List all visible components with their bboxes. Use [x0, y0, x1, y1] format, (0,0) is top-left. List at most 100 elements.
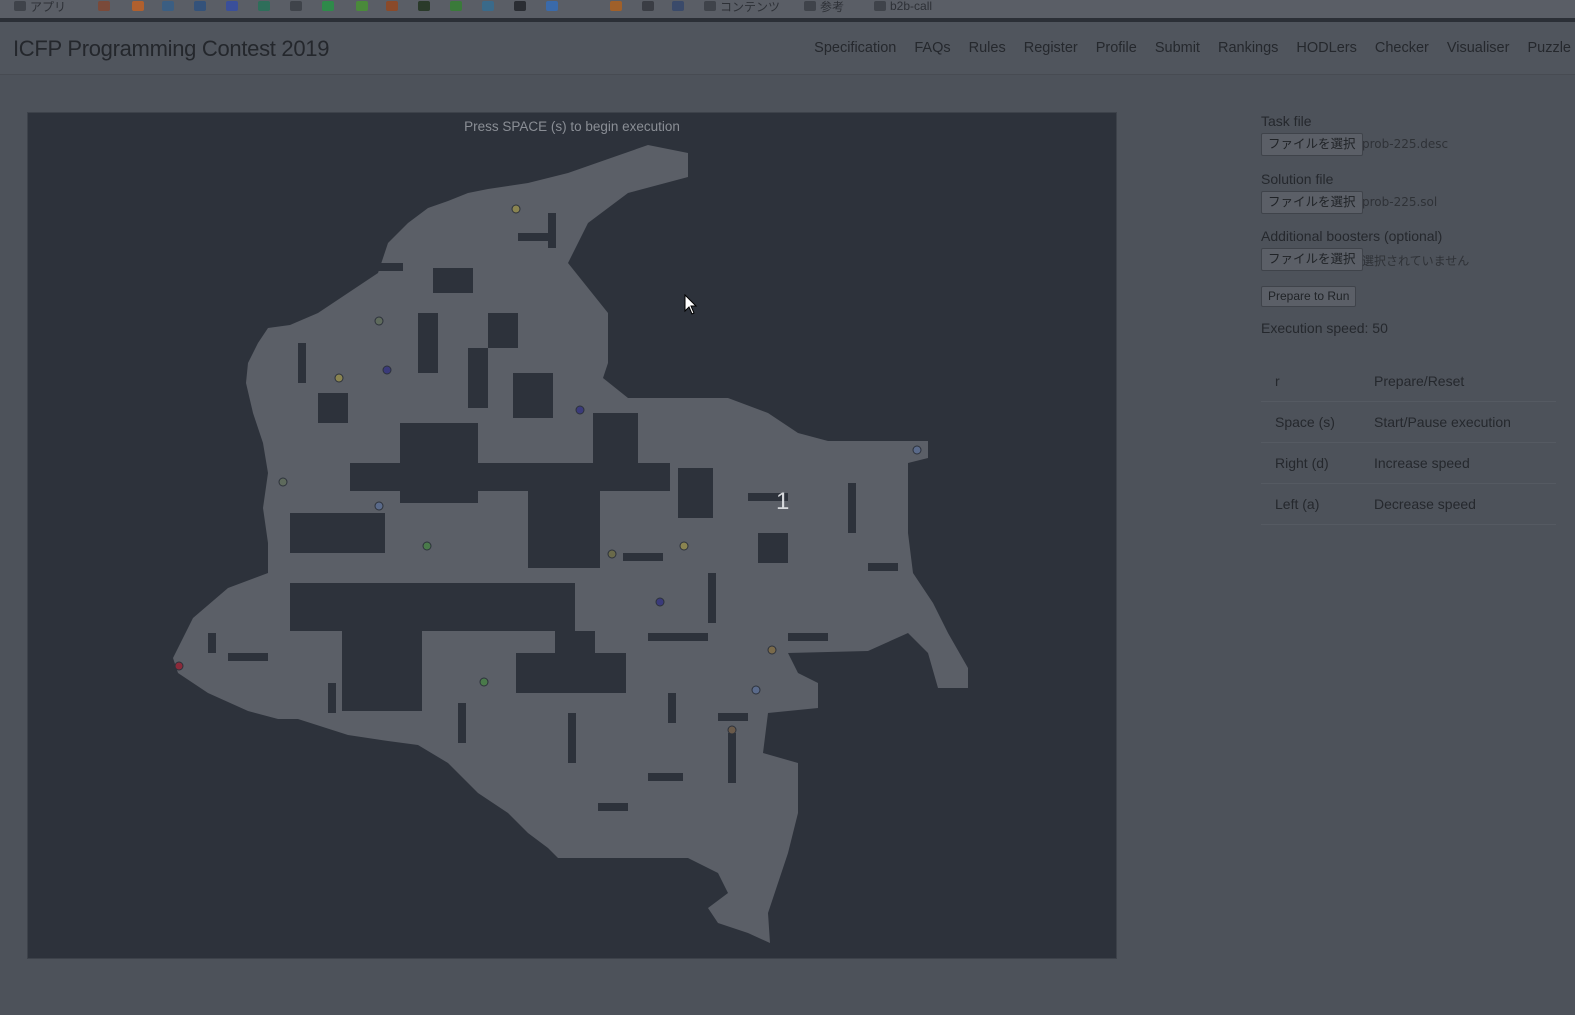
- task-file-name: prob-225.desc: [1362, 137, 1449, 151]
- nav-checker[interactable]: Checker: [1375, 40, 1429, 56]
- bookmark-icon: [226, 1, 238, 11]
- booster-dot: [174, 661, 184, 671]
- main-nav: Specification FAQs Rules Register Profil…: [814, 40, 1571, 56]
- booster-dot: [374, 501, 384, 511]
- shortcut-key: Space (s): [1261, 401, 1360, 443]
- nav-submit[interactable]: Submit: [1155, 40, 1200, 56]
- booster-dot: [422, 541, 432, 551]
- bookmark-item[interactable]: [578, 0, 590, 12]
- bookmark-label: b2b-call: [890, 0, 933, 13]
- bookmark-icon: [874, 1, 886, 11]
- table-row: Space (s) Start/Pause execution: [1261, 401, 1556, 443]
- bookmark-label: 参考: [820, 0, 845, 14]
- nav-rankings[interactable]: Rankings: [1218, 40, 1278, 56]
- shortcut-key: Left (a): [1261, 483, 1360, 525]
- bookmark-item[interactable]: [132, 0, 144, 12]
- bookmark-item[interactable]: [450, 0, 462, 12]
- bookmark-icon: [322, 1, 334, 11]
- bookmark-icon: [704, 1, 716, 11]
- bookmark-item[interactable]: [356, 0, 368, 12]
- booster-dot: [767, 645, 777, 655]
- bookmark-icon: [610, 1, 622, 11]
- booster-dot: [278, 477, 288, 487]
- booster-dot: [655, 597, 665, 607]
- bookmark-icon: [194, 1, 206, 11]
- bookmark-item[interactable]: [386, 0, 398, 12]
- bookmark-label: アプリ: [30, 0, 67, 14]
- bookmark-item[interactable]: [418, 0, 430, 12]
- booster-dot: [334, 373, 344, 383]
- bookmark-item[interactable]: [98, 0, 110, 12]
- shortcut-key: r: [1261, 361, 1360, 402]
- nav-profile[interactable]: Profile: [1096, 40, 1137, 56]
- booster-dot: [912, 445, 922, 455]
- solution-file-label: Solution file: [1261, 171, 1334, 187]
- bookmark-icon: [546, 1, 558, 11]
- nav-rules[interactable]: Rules: [969, 40, 1006, 56]
- bookmark-icon: [258, 1, 270, 11]
- bookmark-item[interactable]: 参考: [804, 0, 845, 14]
- bookmark-icon: [356, 1, 368, 11]
- booster-dot: [575, 405, 585, 415]
- execution-speed: Execution speed: 50: [1261, 320, 1388, 336]
- bookmark-icon: [162, 1, 174, 11]
- robot-label: 1: [776, 488, 790, 515]
- booster-dot: [607, 549, 617, 559]
- bookmark-item[interactable]: コンテンツ: [704, 0, 781, 14]
- booster-dot: [382, 365, 392, 375]
- bookmark-item[interactable]: [290, 0, 302, 12]
- visualiser-canvas[interactable]: Press SPACE (s) to begin execution 1: [27, 112, 1117, 959]
- bookmark-icon: [514, 1, 526, 11]
- bookmark-item[interactable]: [322, 0, 334, 12]
- shortcut-action: Decrease speed: [1360, 483, 1556, 525]
- table-row: Right (d) Increase speed: [1261, 442, 1556, 484]
- boosters-file-button[interactable]: ファイルを選択: [1261, 248, 1363, 271]
- bookmark-item[interactable]: [642, 0, 654, 12]
- bookmark-item[interactable]: アプリ: [14, 0, 67, 14]
- bookmark-item[interactable]: [258, 0, 270, 12]
- task-file-label: Task file: [1261, 113, 1312, 129]
- nav-faqs[interactable]: FAQs: [914, 40, 950, 56]
- bookmark-item[interactable]: b2b-call: [874, 0, 933, 13]
- nav-visualiser[interactable]: Visualiser: [1447, 40, 1510, 56]
- nav-specification[interactable]: Specification: [814, 40, 896, 56]
- bookmark-icon: [98, 1, 110, 11]
- task-file-button[interactable]: ファイルを選択: [1261, 133, 1363, 156]
- bookmarks-bar: アプリ コンテンツ 参考 b2b-call: [0, 0, 1575, 18]
- bookmark-icon: [14, 1, 26, 11]
- bookmark-item[interactable]: [672, 0, 684, 12]
- bookmark-item[interactable]: [514, 0, 526, 12]
- bookmark-icon: [418, 1, 430, 11]
- nav-hodlers[interactable]: HODLers: [1296, 40, 1356, 56]
- booster-dot: [374, 316, 384, 326]
- shortcut-action: Increase speed: [1360, 442, 1556, 484]
- nav-puzzle[interactable]: Puzzle: [1527, 40, 1571, 56]
- bookmark-item[interactable]: [162, 0, 174, 12]
- bookmark-label: コンテンツ: [720, 0, 781, 14]
- boosters-file-name: 選択されていません: [1362, 254, 1470, 268]
- booster-dot: [751, 685, 761, 695]
- nav-register[interactable]: Register: [1024, 40, 1078, 56]
- bookmark-item[interactable]: [610, 0, 622, 12]
- bookmark-item[interactable]: [226, 0, 238, 12]
- booster-dot: [511, 204, 521, 214]
- prepare-to-run-button[interactable]: Prepare to Run: [1261, 286, 1357, 307]
- site-title[interactable]: ICFP Programming Contest 2019: [13, 36, 329, 62]
- bookmark-icon: [450, 1, 462, 11]
- site-header: ICFP Programming Contest 2019 Specificat…: [0, 22, 1575, 75]
- booster-dot: [727, 725, 737, 735]
- booster-dot: [679, 541, 689, 551]
- bookmark-item[interactable]: [194, 0, 206, 12]
- bookmark-icon: [578, 1, 590, 11]
- bookmark-icon: [290, 1, 302, 11]
- bookmark-icon: [642, 1, 654, 11]
- table-row: Left (a) Decrease speed: [1261, 483, 1556, 525]
- shortcut-action: Prepare/Reset: [1360, 361, 1556, 402]
- bookmark-item[interactable]: [482, 0, 494, 12]
- bookmark-icon: [804, 1, 816, 11]
- bookmark-icon: [132, 1, 144, 11]
- solution-file-button[interactable]: ファイルを選択: [1261, 191, 1363, 214]
- keyboard-shortcuts-table: r Prepare/Reset Space (s) Start/Pause ex…: [1261, 361, 1556, 525]
- bookmark-item[interactable]: [546, 0, 558, 12]
- press-space-hint: Press SPACE (s) to begin execution: [464, 119, 680, 134]
